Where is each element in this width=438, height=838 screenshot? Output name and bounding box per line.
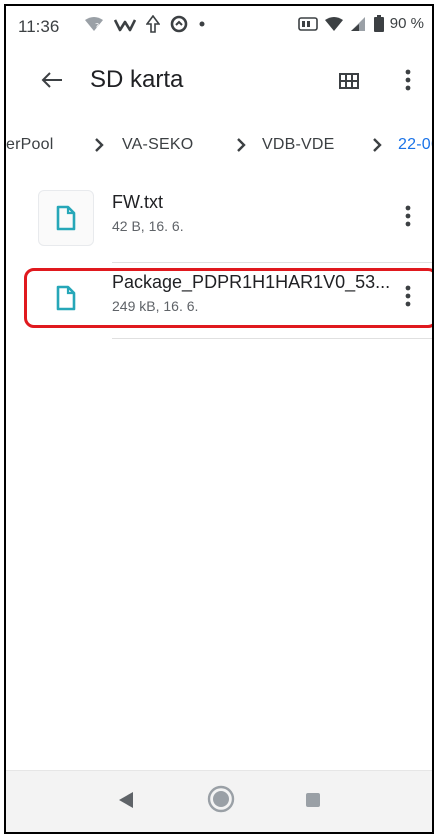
list-item[interactable]: FW.txt 42 B, 16. 6. [6,184,432,260]
back-arrow-icon[interactable] [36,64,68,96]
more-vert-icon[interactable] [400,200,416,232]
more-vert-icon[interactable] [398,64,418,96]
chevron-right-icon [373,138,382,152]
status-icons-left: ? [84,15,206,33]
divider [112,338,432,339]
breadcrumb-item-vdb-vde[interactable]: VDB-VDE [262,136,335,154]
breadcrumb-item-current[interactable]: 22-06-16 [398,136,432,154]
circle-app-icon [170,15,188,33]
nav-home-icon[interactable] [206,784,236,814]
page-title: SD karta [90,66,184,93]
file-thumbnail [38,190,94,246]
status-bar: 11:36 ? 90 % [6,6,432,46]
svg-text:?: ? [95,22,99,31]
status-time: 11:36 [18,17,60,36]
breadcrumb: erPool VA-SEKO VDB-VDE 22-06-16 [6,132,432,162]
phone-screen: 11:36 ? 90 % SD karta erPool VA-SEKO VDB… [4,4,434,834]
status-icons-right: 90 % [297,15,424,32]
wifi-icon [324,16,343,31]
breadcrumb-item-va-seko[interactable]: VA-SEKO [122,136,193,154]
nav-back-icon[interactable] [118,791,134,809]
app-bar: SD karta [6,54,432,106]
w-app-icon [114,19,136,32]
signal-icon [350,16,365,31]
file-icon [56,205,76,231]
grid-view-icon[interactable] [336,68,362,94]
battery-icon [373,15,384,32]
chevron-right-icon [95,138,104,152]
highlight-box [24,268,432,328]
sd-card-icon [297,16,318,31]
chevron-right-icon [237,138,246,152]
file-name: FW.txt [112,192,163,212]
breadcrumb-item-erpool[interactable]: erPool [6,136,53,154]
navigation-bar [6,770,432,832]
divider [112,262,432,263]
nav-recents-icon[interactable] [306,793,320,807]
file-meta: 42 B, 16. 6. [112,218,184,234]
battery-level: 90 % [389,15,424,32]
dot-icon [199,21,205,27]
navigation-icon [146,15,160,33]
wifi-question-icon: ? [85,17,103,31]
